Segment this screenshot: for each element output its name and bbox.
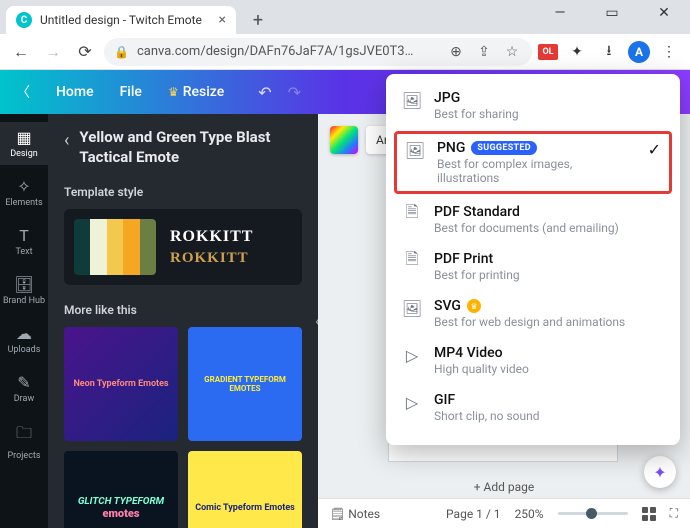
url-box[interactable]: 🔒 canva.com/design/DAFn76JaF7A/1gsJVE0T3… — [104, 38, 532, 66]
uploads-icon: ☁ — [16, 324, 32, 343]
document-icon: 🗎 — [402, 251, 422, 271]
crown-icon: ♛ — [467, 299, 481, 313]
url-text: canva.com/design/DAFn76JaF7A/1gsJVE0T3… — [137, 44, 438, 59]
design-icon: ▦ — [16, 128, 31, 147]
thumb-gradient[interactable]: GRADIENT TYPEFORM EMOTES — [188, 327, 302, 441]
text-icon: T — [19, 226, 29, 245]
option-pdf-print[interactable]: 🗎 PDF Print Best for printing — [386, 243, 680, 290]
image-icon: 🖼 — [405, 140, 425, 160]
rail-draw[interactable]: ✎Draw — [0, 367, 48, 410]
window-controls: ― ▭ ✕ — [540, 0, 690, 26]
profile-avatar[interactable]: A — [628, 41, 650, 63]
new-tab-button[interactable]: + — [244, 6, 272, 34]
left-rail: ▦Design ✧Elements TText 🗄Brand Hub ☁Uplo… — [0, 114, 48, 528]
brandhub-icon: 🗄 — [14, 275, 34, 294]
document-icon: 🗎 — [402, 204, 422, 224]
option-jpg[interactable]: 🖼 JPG Best for sharing — [386, 82, 680, 129]
style-card[interactable]: ROKKITT ROKKITT — [64, 209, 302, 285]
assistant-fab[interactable]: ✦ — [644, 456, 676, 488]
elements-icon: ✧ — [17, 177, 30, 196]
rail-brand-hub[interactable]: 🗄Brand Hub — [0, 269, 48, 312]
draw-icon: ✎ — [17, 373, 30, 392]
zoom-slider[interactable] — [558, 512, 628, 515]
rail-design[interactable]: ▦Design — [0, 122, 48, 165]
file-menu[interactable]: File — [112, 80, 150, 104]
option-mp4[interactable]: ▷ MP4 Video High quality video — [386, 337, 680, 384]
lock-icon: 🔒 — [114, 45, 129, 59]
nav-reload[interactable]: ⟳ — [72, 39, 98, 65]
color-swatches — [74, 219, 156, 275]
nav-back[interactable]: ← — [8, 39, 34, 65]
projects-icon: 🗀 — [16, 422, 32, 449]
share-icon[interactable]: ⇪ — [474, 44, 494, 60]
extension-ol[interactable]: OL — [538, 44, 558, 60]
star-icon[interactable]: ☆ — [502, 44, 522, 60]
notes-button[interactable]: 🗒 Notes — [330, 507, 380, 521]
fullscreen-icon[interactable]: ⛶ — [670, 506, 678, 521]
browser-tab[interactable]: C Untitled design - Twitch Emote × — [6, 6, 236, 34]
back-chevron[interactable]: 〈 — [8, 78, 38, 106]
option-gif[interactable]: ▷ GIF Short clip, no sound — [386, 384, 680, 431]
thumb-glitch[interactable]: GLITCH TYPEFORMemotes — [64, 451, 178, 528]
window-close[interactable]: ✕ — [644, 5, 684, 21]
undo-button[interactable]: ↶ — [258, 83, 271, 102]
suggested-badge: SUGGESTED — [471, 141, 537, 155]
canva-favicon: C — [16, 12, 32, 28]
option-png[interactable]: 🖼 PNGSUGGESTED Best for complex images, … — [394, 131, 672, 194]
panel-back[interactable]: ‹ — [64, 130, 69, 151]
redo-button[interactable]: ↷ — [288, 83, 301, 102]
grid-view-icon[interactable] — [642, 507, 656, 521]
template-thumbs: Neon Typeform Emotes GRADIENT TYPEFORM E… — [64, 327, 302, 528]
rail-text[interactable]: TText — [0, 220, 48, 263]
gif-icon: ▷ — [402, 392, 422, 412]
page-indicator[interactable]: Page 1 / 1 — [446, 507, 501, 521]
window-minimize[interactable]: ― — [540, 5, 580, 21]
thumb-comic[interactable]: Comic Typeform Emotes — [188, 451, 302, 528]
resize-button[interactable]: ♛Resize — [160, 80, 232, 104]
nav-forward[interactable]: → — [40, 39, 66, 65]
option-svg[interactable]: 🖼 SVG ♛ Best for web design and animatio… — [386, 290, 680, 337]
extensions-icon[interactable]: ✦ — [564, 39, 590, 65]
background-color-picker[interactable] — [330, 126, 358, 154]
window-maximize[interactable]: ▭ — [592, 5, 632, 21]
rail-projects[interactable]: 🗀Projects — [0, 416, 48, 467]
image-icon: 🖼 — [402, 298, 422, 318]
download-icon[interactable]: ⭳ — [596, 39, 622, 65]
address-bar: ← → ⟳ 🔒 canva.com/design/DAFn76JaF7A/1gs… — [0, 34, 690, 70]
status-bar: 🗒 Notes Page 1 / 1 250% ⛶ — [318, 498, 690, 528]
image-icon: 🖼 — [402, 90, 422, 110]
thumb-neon[interactable]: Neon Typeform Emotes — [64, 327, 178, 441]
rail-uploads[interactable]: ☁Uploads — [0, 318, 48, 361]
font-preview: ROKKITT ROKKITT — [170, 228, 253, 267]
tab-close-icon[interactable]: × — [219, 12, 226, 28]
option-pdf-standard[interactable]: 🗎 PDF Standard Best for documents (and e… — [386, 196, 680, 243]
zoom-label[interactable]: 250% — [515, 507, 544, 521]
crown-icon: ♛ — [168, 85, 179, 99]
home-button[interactable]: Home — [48, 80, 102, 104]
check-icon: ✓ — [648, 140, 661, 159]
template-style-label: Template style — [64, 185, 302, 199]
add-page-button[interactable]: + Add page — [474, 480, 535, 494]
panel-title: Yellow and Green Type Blast Tactical Emo… — [79, 128, 302, 167]
browser-menu-icon[interactable]: ⋮ — [656, 39, 682, 65]
tab-title: Untitled design - Twitch Emote — [40, 13, 202, 27]
more-like-this-label: More like this — [64, 303, 302, 317]
video-icon: ▷ — [402, 345, 422, 365]
search-icon[interactable]: ⊕ — [446, 44, 466, 60]
rail-elements[interactable]: ✧Elements — [0, 171, 48, 214]
design-panel: ‹ Yellow and Green Type Blast Tactical E… — [48, 114, 318, 528]
download-format-dropdown: 🖼 JPG Best for sharing 🖼 PNGSUGGESTED Be… — [386, 74, 680, 445]
